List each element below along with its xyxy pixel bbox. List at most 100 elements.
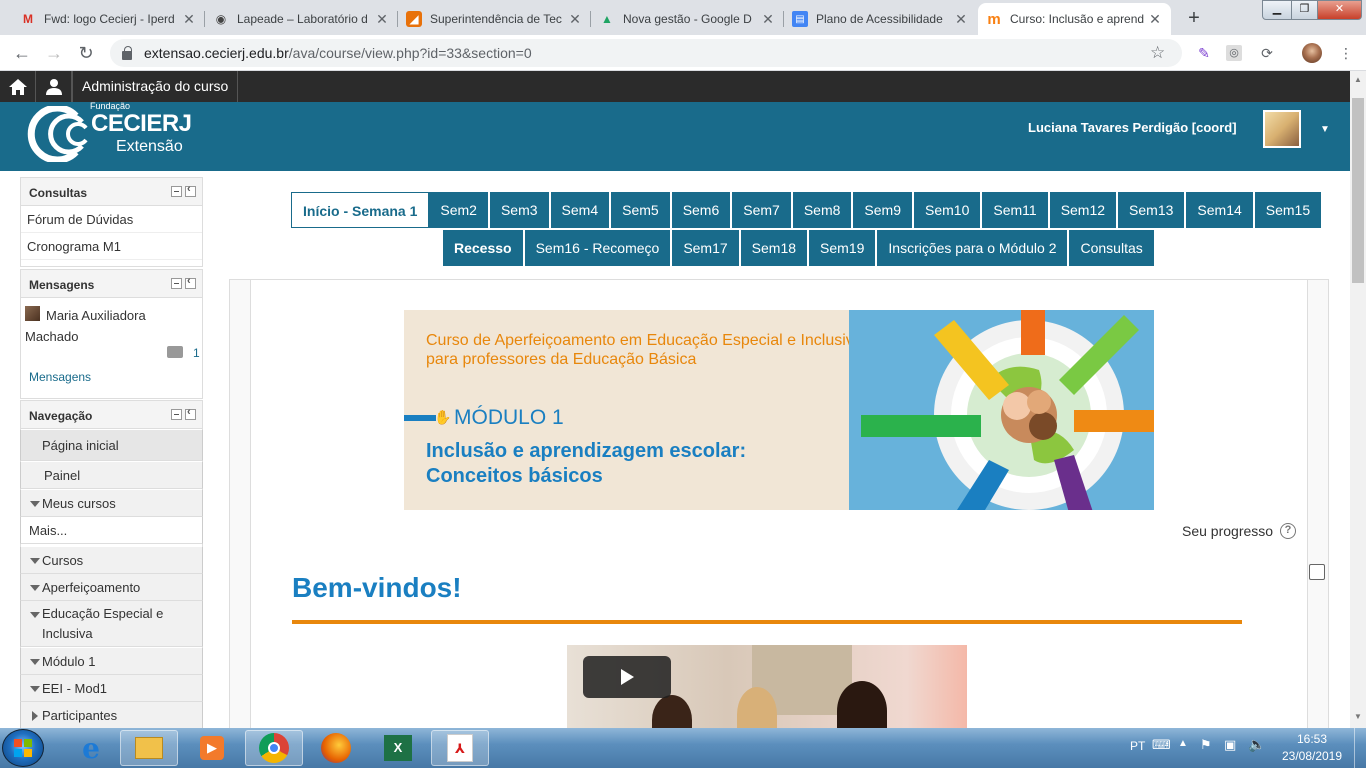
tab-sem2[interactable]: Sem2 — [429, 192, 490, 228]
volume-icon[interactable]: 🔈 — [1248, 736, 1265, 753]
link-forum-duvidas[interactable]: Fórum de Dúvidas — [21, 206, 202, 233]
maximize-button[interactable]: ❐ — [1291, 0, 1318, 20]
message-count[interactable]: 1 — [193, 346, 200, 360]
browser-tab-docs[interactable]: ▤ Plano de Acessibilidade ✕ — [784, 3, 977, 35]
tray-expand-icon[interactable]: ▲ — [1178, 738, 1188, 749]
tab-consultas[interactable]: Consultas — [1069, 230, 1154, 266]
nav-modulo-1[interactable]: Módulo 1 — [20, 648, 203, 675]
tab-sem7[interactable]: Sem7 — [732, 192, 793, 228]
tab-sem19[interactable]: Sem19 — [809, 230, 878, 266]
tab-sem6[interactable]: Sem6 — [671, 192, 733, 228]
tab-sem15[interactable]: Sem15 — [1254, 192, 1322, 228]
chrome-icon[interactable] — [245, 730, 303, 766]
nav-cursos[interactable]: Cursos — [20, 547, 203, 574]
new-tab-button[interactable]: + — [1181, 6, 1207, 32]
tab-sem13[interactable]: Sem13 — [1118, 192, 1187, 228]
minimize-button[interactable]: ▁ — [1262, 0, 1292, 20]
tab-sem14[interactable]: Sem14 — [1186, 192, 1255, 228]
back-icon[interactable]: ← — [10, 41, 34, 65]
tab-sem9[interactable]: Sem9 — [853, 192, 914, 228]
scroll-up-icon[interactable]: ▲ — [1350, 75, 1366, 89]
scroll-down-icon[interactable]: ▼ — [1350, 712, 1366, 726]
cecierj-logo-icon[interactable] — [24, 106, 94, 162]
ie-icon[interactable]: e — [62, 730, 120, 766]
sync-extension-icon[interactable]: ⟳ — [1257, 43, 1277, 63]
tab-recesso[interactable]: Recesso — [443, 230, 525, 266]
tab-sem12[interactable]: Sem12 — [1049, 192, 1119, 228]
browser-tab-gmail[interactable]: M Fwd: logo Cecierj - Iperd ✕ — [12, 3, 205, 35]
tab-inscricoes-modulo-2[interactable]: Inscrições para o Módulo 2 — [877, 230, 1070, 266]
media-player-icon[interactable]: ▶ — [183, 730, 241, 766]
nav-aperfeicoamento[interactable]: Aperfeiçoamento — [20, 574, 203, 601]
tab-inicio-semana-1[interactable]: Início - Semana 1 — [291, 192, 430, 228]
tab-sem4[interactable]: Sem4 — [550, 192, 612, 228]
profile-avatar[interactable] — [1302, 43, 1322, 63]
help-icon[interactable]: ? — [1280, 523, 1296, 539]
tab-sem18[interactable]: Sem18 — [740, 230, 810, 266]
user-menu-caret-icon[interactable]: ▼ — [1320, 124, 1330, 135]
close-icon[interactable]: ✕ — [953, 11, 969, 28]
user-name[interactable]: Luciana Tavares Perdigão [coord] — [1028, 120, 1237, 135]
close-icon[interactable]: ✕ — [1147, 11, 1163, 28]
clock-date[interactable]: 23/08/2019 — [1280, 749, 1344, 763]
language-indicator[interactable]: PT — [1130, 739, 1145, 753]
nav-painel[interactable]: Painel — [20, 462, 203, 489]
tab-sem10[interactable]: Sem10 — [914, 192, 983, 228]
close-icon[interactable]: ✕ — [567, 11, 583, 28]
welcome-video[interactable] — [567, 645, 967, 728]
extension-icon[interactable]: ◎ — [1226, 45, 1242, 61]
start-button[interactable] — [2, 729, 44, 767]
tab-sem8[interactable]: Sem8 — [792, 192, 854, 228]
bookmark-star-icon[interactable]: ☆ — [1150, 43, 1165, 63]
network-icon[interactable]: ▣ — [1224, 737, 1236, 753]
nav-participantes[interactable]: Participantes — [20, 702, 203, 728]
completion-checkbox[interactable] — [1309, 564, 1325, 580]
nav-mais[interactable]: Mais... — [20, 517, 203, 544]
flag-icon[interactable]: ⚑ — [1200, 737, 1212, 753]
forward-icon[interactable]: → — [42, 41, 66, 65]
home-icon[interactable] — [0, 71, 36, 102]
show-desktop-button[interactable] — [1354, 728, 1366, 768]
play-button[interactable] — [583, 656, 671, 698]
course-admin-menu[interactable]: Administração do curso — [72, 71, 239, 102]
collapse-icon[interactable] — [171, 278, 182, 289]
close-window-button[interactable]: ✕ — [1317, 0, 1362, 20]
nav-educacao-especial[interactable]: Educação Especial e Inclusiva — [20, 601, 203, 647]
tab-sem17[interactable]: Sem17 — [672, 230, 741, 266]
tab-sem16[interactable]: Sem16 - Recomeço — [524, 230, 673, 266]
user-icon[interactable] — [36, 71, 72, 102]
reload-icon[interactable]: ↻ — [74, 41, 98, 65]
user-avatar[interactable] — [1263, 110, 1301, 148]
browser-tab-superintendencia[interactable]: ◢ Superintendência de Tec ✕ — [398, 3, 591, 35]
dock-icon[interactable] — [185, 406, 196, 420]
collapse-icon[interactable] — [171, 409, 182, 420]
explorer-icon[interactable] — [120, 730, 178, 766]
nav-meus-cursos[interactable]: Meus cursos — [20, 490, 203, 517]
tab-sem11[interactable]: Sem11 — [982, 192, 1050, 228]
menu-dots-icon[interactable]: ⋮ — [1336, 43, 1356, 63]
excel-icon[interactable]: X — [369, 730, 427, 766]
acrobat-icon[interactable]: ⅄ — [431, 730, 489, 766]
firefox-icon[interactable] — [307, 730, 365, 766]
messages-link[interactable]: Mensagens — [29, 370, 91, 384]
tab-sem5[interactable]: Sem5 — [611, 192, 672, 228]
dock-icon[interactable] — [185, 183, 196, 197]
address-bar[interactable]: extensao.cecierj.edu.br/ava/course/view.… — [110, 39, 1182, 67]
close-icon[interactable]: ✕ — [374, 11, 390, 28]
link-cronograma[interactable]: Cronograma M1 — [21, 233, 202, 260]
browser-tab-drive[interactable]: ▲ Nova gestão - Google D ✕ — [591, 3, 784, 35]
browser-tab-moodle-active[interactable]: m Curso: Inclusão e aprend ✕ — [978, 3, 1171, 35]
close-icon[interactable]: ✕ — [760, 11, 776, 28]
keyboard-icon[interactable]: ⌨ — [1152, 737, 1171, 753]
browser-tab-lapeade[interactable]: ◉ Lapeade – Laboratório d ✕ — [205, 3, 398, 35]
scrollbar-thumb[interactable] — [1352, 98, 1364, 283]
pen-extension-icon[interactable]: ✎ — [1194, 43, 1214, 63]
message-contact[interactable]: Maria Auxiliadora Machado — [25, 305, 195, 347]
close-icon[interactable]: ✕ — [181, 11, 197, 28]
dock-icon[interactable] — [185, 275, 196, 289]
clock-time[interactable]: 16:53 — [1282, 732, 1342, 746]
nav-eei-mod1[interactable]: EEI - Mod1 — [20, 675, 203, 702]
collapse-icon[interactable] — [171, 186, 182, 197]
nav-pagina-inicial[interactable]: Página inicial — [20, 430, 203, 461]
tab-sem3[interactable]: Sem3 — [489, 192, 551, 228]
